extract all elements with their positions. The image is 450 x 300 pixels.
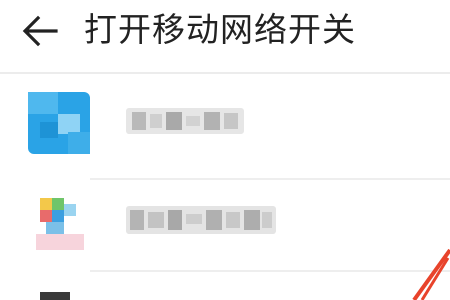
arrow-left-icon[interactable] [20, 14, 60, 48]
item-label-blurred [126, 104, 244, 138]
header-divider [0, 72, 450, 74]
header-bar: 打开移动网络开关 [0, 0, 450, 68]
page-title: 打开移动网络开关 [84, 10, 356, 49]
item-divider [90, 178, 450, 180]
item-divider [90, 270, 450, 272]
app-icon-dark [40, 292, 70, 300]
list-item[interactable] [0, 182, 450, 274]
app-icon-multicolor [28, 194, 90, 256]
list-item[interactable] [0, 274, 450, 300]
app-icon-blue [28, 92, 90, 154]
list-item[interactable] [0, 78, 450, 178]
annotation-arrow-icon [412, 248, 450, 300]
item-label-blurred [126, 202, 276, 238]
